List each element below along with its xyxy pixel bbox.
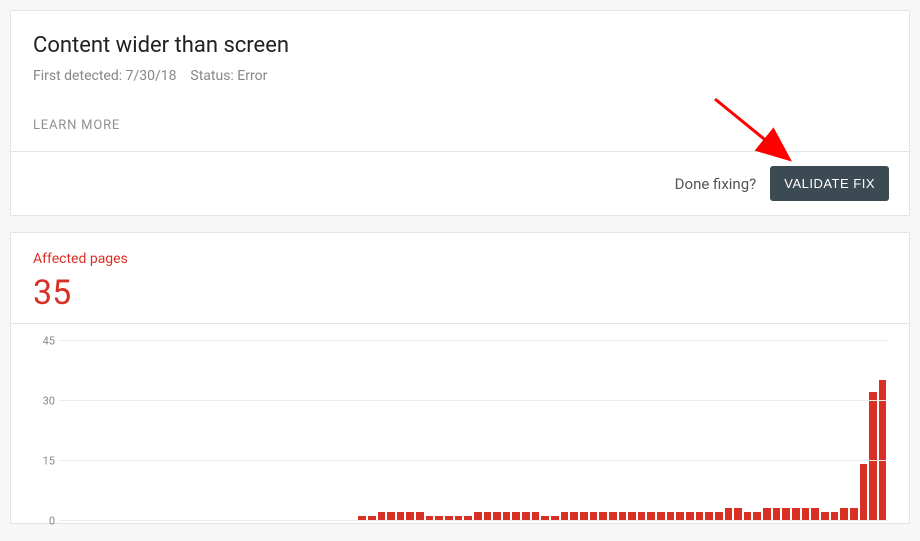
done-fixing-label: Done fixing? bbox=[675, 175, 757, 193]
chart-bar bbox=[397, 512, 405, 520]
chart-bar bbox=[599, 512, 607, 520]
affected-pages-label: Affected pages bbox=[33, 251, 887, 267]
learn-more-link[interactable]: LEARN MORE bbox=[33, 118, 120, 133]
affected-pages-block: Affected pages 35 bbox=[11, 233, 909, 323]
chart-bar bbox=[378, 512, 386, 520]
chart-gridline: 30 bbox=[59, 400, 887, 401]
chart-bar bbox=[676, 512, 684, 520]
chart-bar bbox=[763, 508, 771, 520]
chart-bar bbox=[590, 512, 598, 520]
chart-bar bbox=[474, 512, 482, 520]
chart-bar bbox=[667, 512, 675, 520]
chart-bar bbox=[879, 380, 887, 520]
issue-title: Content wider than screen bbox=[33, 33, 887, 58]
chart-bar bbox=[696, 512, 704, 520]
chart-bar bbox=[638, 512, 646, 520]
issue-header: Content wider than screen First detected… bbox=[11, 11, 909, 151]
chart-bar bbox=[811, 508, 819, 520]
first-detected-label: First detected: bbox=[33, 68, 122, 84]
chart-bar bbox=[406, 512, 414, 520]
chart-bar bbox=[522, 512, 530, 520]
chart-bar bbox=[705, 512, 713, 520]
chart-bar bbox=[387, 512, 395, 520]
chart-bar bbox=[619, 512, 627, 520]
chart-bar bbox=[715, 512, 723, 520]
chart-bar bbox=[753, 512, 761, 520]
chart-bar bbox=[792, 508, 800, 520]
chart-bars bbox=[69, 340, 887, 520]
chart-bar bbox=[860, 464, 868, 520]
chart-bar bbox=[570, 512, 578, 520]
chart-gridline: 0 bbox=[59, 520, 887, 521]
chart-bar bbox=[493, 512, 501, 520]
chart-bar bbox=[532, 512, 540, 520]
chart-bar bbox=[484, 512, 492, 520]
affected-pages-card: Affected pages 35 0 15 30 45 bbox=[10, 232, 910, 524]
chart-bar bbox=[821, 512, 829, 520]
chart-gridline: 15 bbox=[59, 460, 887, 461]
chart-bar bbox=[744, 512, 752, 520]
chart-bar bbox=[782, 508, 790, 520]
chart-bar bbox=[831, 512, 839, 520]
validate-fix-button[interactable]: VALIDATE FIX bbox=[770, 166, 889, 201]
chart-bar bbox=[734, 508, 742, 520]
chart-ytick-label: 30 bbox=[31, 395, 55, 408]
status-label: Status: bbox=[190, 68, 233, 84]
chart-ytick-label: 0 bbox=[31, 515, 55, 528]
chart-bar bbox=[657, 512, 665, 520]
affected-pages-count: 35 bbox=[33, 273, 887, 313]
chart-bar bbox=[869, 392, 877, 520]
chart-bar bbox=[561, 512, 569, 520]
chart-bar bbox=[840, 508, 848, 520]
chart-bar bbox=[850, 508, 858, 520]
affected-pages-chart: 0 15 30 45 bbox=[11, 323, 909, 523]
chart-bar bbox=[647, 512, 655, 520]
chart-ytick-label: 45 bbox=[31, 335, 55, 348]
chart-bar bbox=[609, 512, 617, 520]
chart-gridline: 45 bbox=[59, 340, 887, 341]
chart-bar bbox=[725, 508, 733, 520]
chart-bar bbox=[580, 512, 588, 520]
chart-bar bbox=[628, 512, 636, 520]
chart-bar bbox=[416, 512, 424, 520]
chart-bar bbox=[773, 508, 781, 520]
fix-row: Done fixing? VALIDATE FIX bbox=[11, 151, 909, 215]
first-detected-value: 7/30/18 bbox=[126, 68, 177, 84]
chart-bar bbox=[503, 512, 511, 520]
chart-ytick-label: 15 bbox=[31, 455, 55, 468]
chart-bar bbox=[686, 512, 694, 520]
issue-card: Content wider than screen First detected… bbox=[10, 10, 910, 216]
chart-bar bbox=[802, 508, 810, 520]
issue-meta: First detected: 7/30/18 Status: Error bbox=[33, 68, 887, 84]
chart-bar bbox=[512, 512, 520, 520]
status-value: Error bbox=[237, 68, 267, 84]
